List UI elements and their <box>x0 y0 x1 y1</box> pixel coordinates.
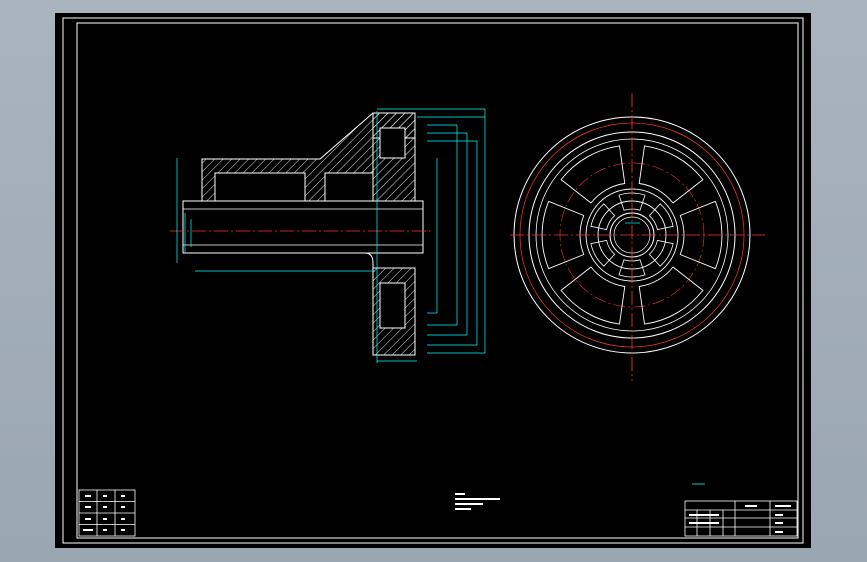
section-view <box>170 112 430 356</box>
web-window <box>560 145 626 204</box>
cad-viewport[interactable] <box>55 13 811 548</box>
front-view <box>510 93 765 381</box>
web-window <box>638 145 704 204</box>
title-block-marks <box>689 505 791 533</box>
flange-upper-window <box>379 127 406 159</box>
outer-frame <box>62 17 804 544</box>
technical-notes <box>455 493 500 510</box>
hub-lower-edge <box>183 252 374 268</box>
flange-lower-window <box>379 282 406 329</box>
hub-recess <box>214 172 306 202</box>
web-window <box>560 266 626 325</box>
drawing-sheet <box>62 17 804 544</box>
